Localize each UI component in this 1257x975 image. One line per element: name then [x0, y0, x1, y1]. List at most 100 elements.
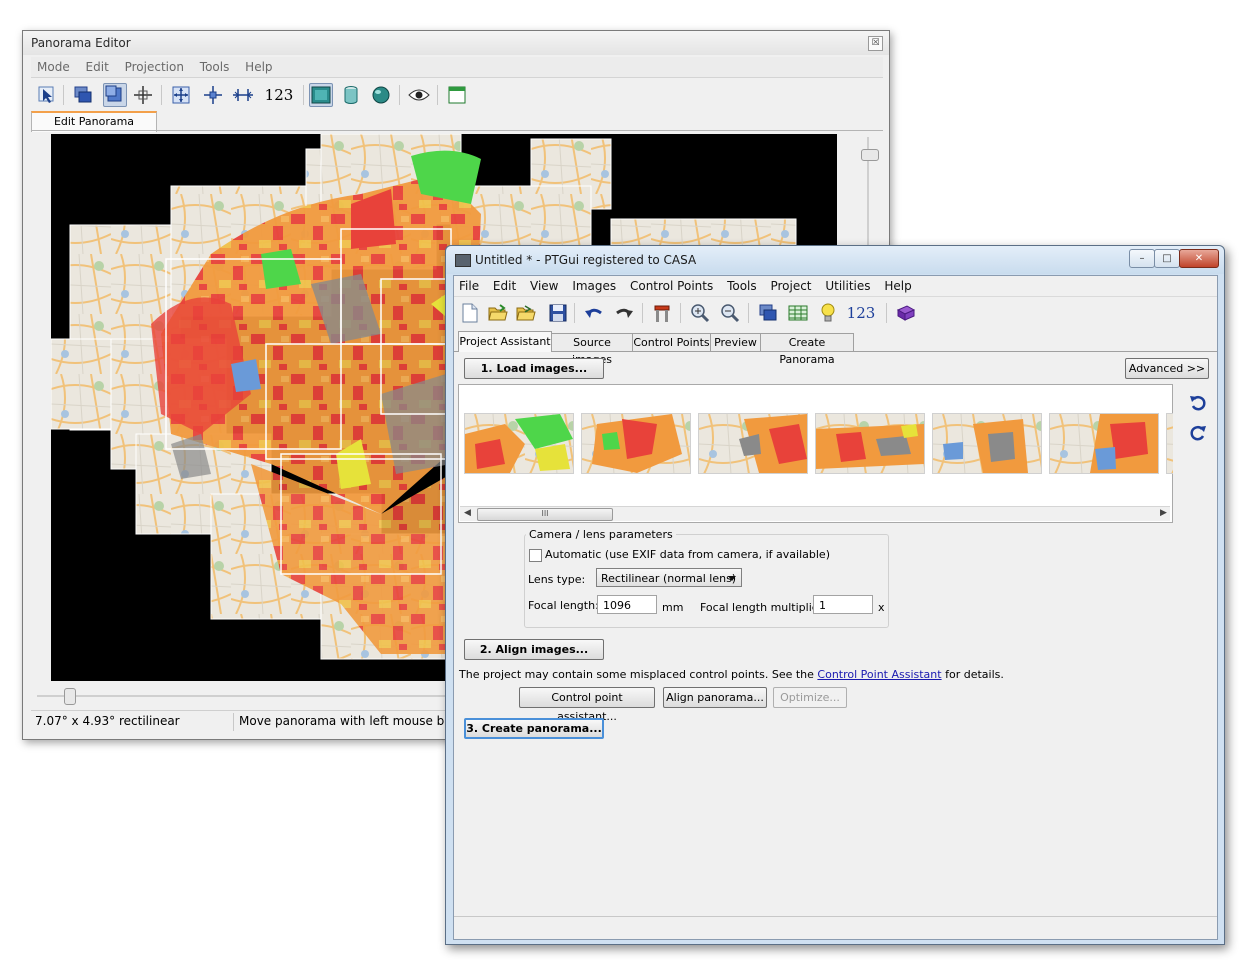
help-book-icon[interactable] [894, 301, 918, 325]
tab-preview[interactable]: Preview [710, 333, 761, 351]
menu-projection[interactable]: Projection [119, 57, 190, 77]
source-image-thumbnail[interactable] [698, 413, 808, 474]
source-image-thumbnail[interactable] [1166, 413, 1173, 474]
ptgui-toolbar: 123 [454, 297, 1217, 327]
save-icon[interactable] [546, 301, 570, 325]
control-points-table-icon[interactable] [786, 301, 810, 325]
menu-edit[interactable]: Edit [80, 57, 115, 77]
focal-length-field[interactable]: 1096 [597, 595, 657, 614]
source-image-thumbnail[interactable] [932, 413, 1042, 474]
tab-control-points[interactable]: Control Points [632, 333, 711, 351]
minimize-button[interactable]: – [1129, 249, 1155, 268]
app-icon [455, 254, 471, 267]
lightbulb-icon[interactable] [816, 301, 840, 325]
tab-source-images[interactable]: Source images [551, 333, 633, 366]
menu-view[interactable]: View [525, 276, 563, 296]
warning-text-suffix: for details. [941, 668, 1004, 681]
panorama-editor-title: Panorama Editor [31, 36, 131, 50]
menu-help[interactable]: Help [879, 276, 916, 296]
menu-utilities[interactable]: Utilities [820, 276, 875, 296]
scrollbar-thumb[interactable]: III [477, 508, 613, 521]
straighten-icon[interactable] [231, 83, 255, 107]
rotate-left-icon[interactable] [1186, 391, 1210, 415]
drag-panorama-icon[interactable] [103, 83, 127, 107]
automatic-exif-checkbox[interactable] [529, 549, 542, 562]
optimize-button[interactable]: Optimize... [773, 687, 847, 708]
menu-mode[interactable]: Mode [31, 57, 76, 77]
source-image-thumbnail[interactable] [581, 413, 691, 474]
fov-slider-track [37, 695, 457, 697]
fit-panorama-icon[interactable] [169, 83, 193, 107]
align-images-button[interactable]: 2. Align images... [464, 639, 604, 660]
panorama-editor-menubar: Mode Edit Projection Tools Help [31, 57, 883, 78]
load-images-button[interactable]: 1. Load images... [464, 358, 604, 379]
close-icon[interactable]: ☒ [868, 36, 883, 51]
cylindrical-projection-icon[interactable] [339, 83, 363, 107]
source-image-thumbnail[interactable] [1049, 413, 1159, 474]
control-point-assistant-button[interactable]: Control point assistant... [519, 687, 655, 723]
ptgui-window: Untitled * - PTGui registered to CASA – … [445, 245, 1225, 945]
lens-type-select[interactable]: Rectilinear (normal lens) [596, 568, 742, 587]
tab-edit-panorama[interactable]: Edit Panorama [31, 111, 157, 132]
ptgui-client: File Edit View Images Control Points Too… [453, 275, 1218, 940]
control-point-assistant-link[interactable]: Control Point Assistant [817, 668, 941, 681]
menu-tools[interactable]: Tools [194, 57, 236, 77]
misplaced-control-points-warning: The project may contain some misplaced c… [459, 668, 1004, 681]
source-images-strip: ◀ III ▶ [458, 384, 1173, 523]
redo-icon[interactable] [612, 301, 636, 325]
new-project-icon[interactable] [458, 301, 482, 325]
menu-file[interactable]: File [454, 276, 484, 296]
menu-control-points[interactable]: Control Points [625, 276, 718, 296]
camera-lens-group-title: Camera / lens parameters [526, 528, 676, 541]
multiplier-label: Focal length multiplier: [700, 601, 827, 614]
ptgui-menubar: File Edit View Images Control Points Too… [454, 276, 1217, 297]
lens-type-value: Rectilinear (normal lens) [601, 572, 737, 585]
advanced-button[interactable]: Advanced >> [1125, 358, 1209, 379]
rotate-right-icon[interactable] [1186, 421, 1210, 445]
menu-project[interactable]: Project [765, 276, 816, 296]
pointer-tool-icon[interactable] [35, 83, 59, 107]
menu-images[interactable]: Images [567, 276, 621, 296]
window-icon[interactable] [445, 83, 469, 107]
fov-slider-thumb[interactable] [64, 688, 76, 705]
focal-length-unit: mm [662, 601, 684, 614]
multiplier-field[interactable]: 1 [813, 595, 873, 614]
align-panorama-button[interactable]: Align panorama... [663, 687, 767, 708]
horizontal-scrollbar[interactable]: ◀ III ▶ [460, 506, 1170, 521]
align-tool-icon[interactable] [650, 301, 674, 325]
source-image-thumbnail[interactable] [815, 413, 925, 474]
create-panorama-button[interactable]: 3. Create panorama... [464, 718, 604, 739]
zoom-slider-thumb[interactable] [861, 149, 879, 161]
tab-project-assistant[interactable]: Project Assistant [458, 331, 552, 352]
panorama-editor-titlebar[interactable]: Panorama Editor [23, 31, 889, 55]
multiplier-unit: x [878, 601, 885, 614]
undo-icon[interactable] [582, 301, 606, 325]
eye-icon[interactable] [407, 83, 431, 107]
zoom-out-icon[interactable] [718, 301, 742, 325]
warning-text-prefix: The project may contain some misplaced c… [459, 668, 818, 681]
tab-create-panorama[interactable]: Create Panorama [760, 333, 854, 366]
spherical-projection-icon[interactable] [369, 83, 393, 107]
numeric-transform-button[interactable]: 123 [263, 83, 295, 107]
ptgui-titlebar[interactable]: Untitled * - PTGui registered to CASA – … [446, 246, 1224, 274]
scroll-right-icon[interactable]: ▶ [1160, 508, 1167, 518]
ptgui-title: Untitled * - PTGui registered to CASA [475, 253, 697, 267]
numeric-transform-button[interactable]: 123 [844, 301, 878, 325]
focal-length-label: Focal length: [528, 599, 599, 612]
crosshair-icon[interactable] [131, 83, 155, 107]
menu-help[interactable]: Help [239, 57, 278, 77]
open-project-icon[interactable] [486, 301, 510, 325]
menu-edit[interactable]: Edit [488, 276, 521, 296]
rectilinear-projection-icon[interactable] [309, 83, 333, 107]
zoom-in-icon[interactable] [688, 301, 712, 325]
open-recent-icon[interactable] [514, 301, 538, 325]
menu-tools[interactable]: Tools [722, 276, 762, 296]
source-image-thumbnail[interactable] [464, 413, 574, 474]
panorama-editor-icon[interactable] [756, 301, 780, 325]
center-panorama-icon[interactable] [201, 83, 225, 107]
status-field-of-view: 7.07° x 4.93° rectilinear [35, 714, 180, 728]
close-button[interactable]: ✕ [1179, 249, 1219, 268]
scroll-left-icon[interactable]: ◀ [464, 508, 471, 518]
move-image-icon[interactable] [71, 83, 95, 107]
maximize-button[interactable]: □ [1154, 249, 1180, 268]
